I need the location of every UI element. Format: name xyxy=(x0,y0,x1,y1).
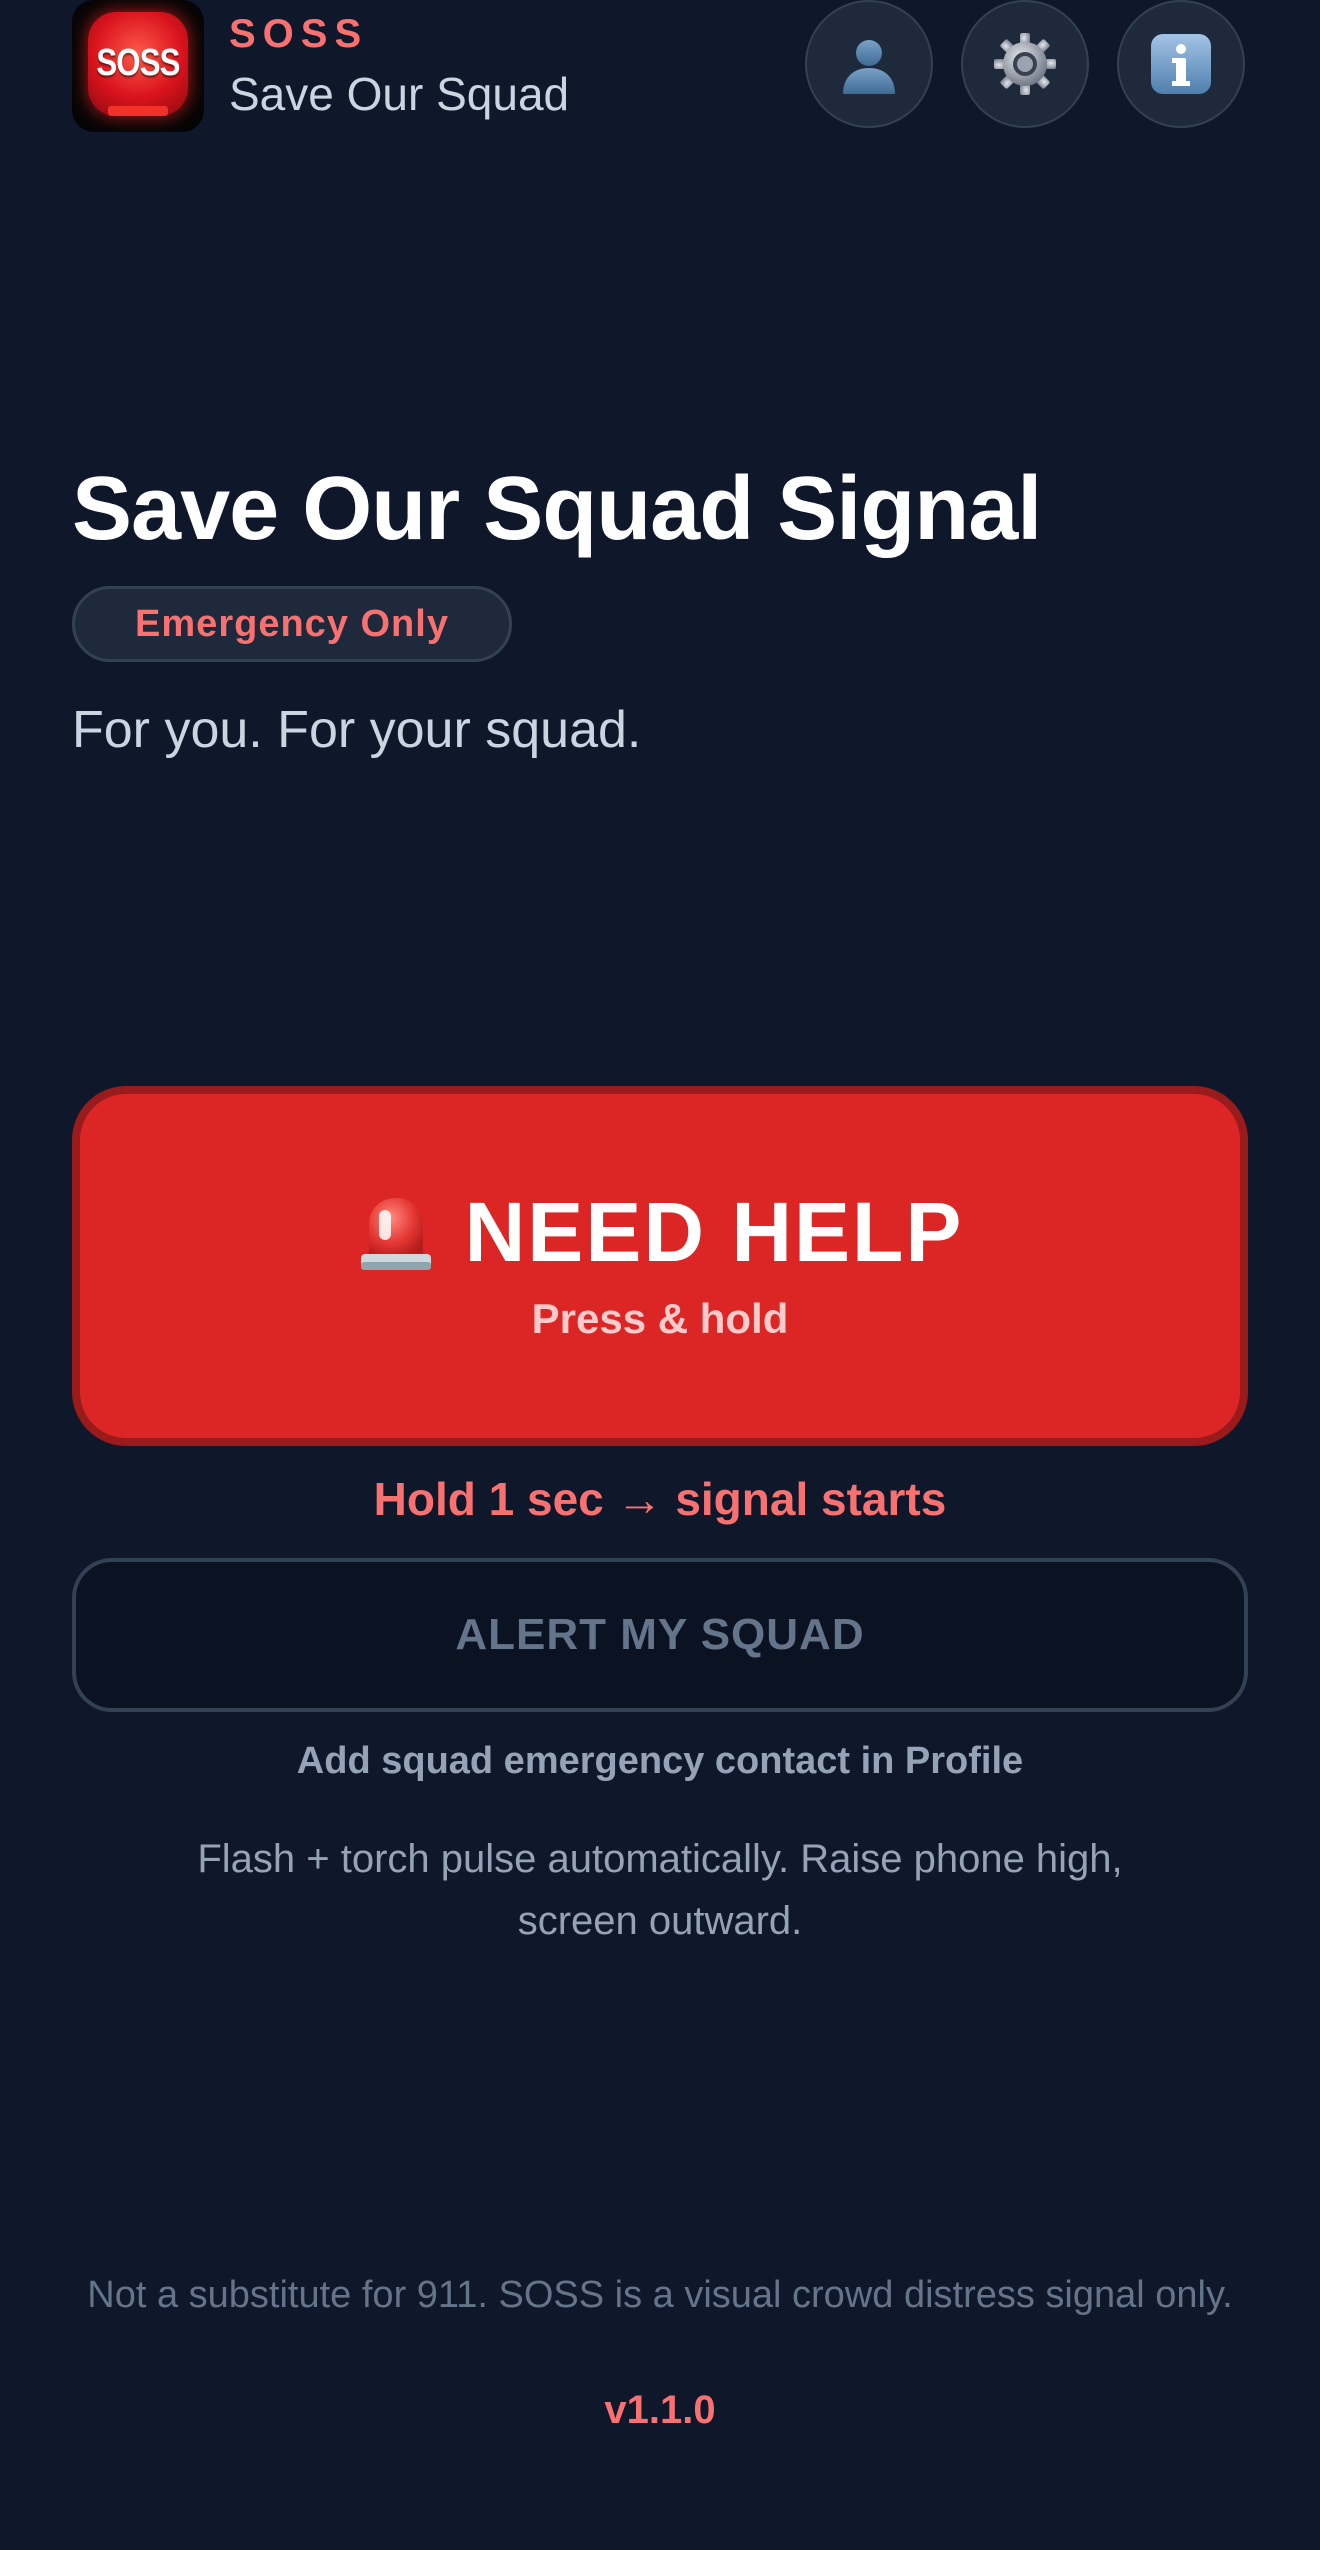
siren-icon xyxy=(360,1198,431,1270)
person-icon xyxy=(843,40,895,94)
alert-my-squad-button[interactable]: ALERT MY SQUAD xyxy=(72,1558,1248,1712)
info-button[interactable] xyxy=(1117,0,1245,128)
need-help-sublabel: Press & hold xyxy=(531,1294,789,1342)
hero-subtitle: For you. For your squad. xyxy=(72,701,642,759)
brand-tagline: Save Our Squad xyxy=(229,68,570,120)
settings-button[interactable] xyxy=(961,0,1089,128)
home-screen: SOSS SOSS Save Our Squad Save Our Squad … xyxy=(0,0,1320,2550)
logo-text: SOSS xyxy=(96,42,180,84)
flash-torch-hint: Flash + torch pulse automatically. Raise… xyxy=(197,1837,1123,1943)
need-help-button[interactable]: NEED HELP Press & hold xyxy=(72,1086,1248,1446)
hold-hint: Hold 1 sec → signal starts xyxy=(373,1473,947,1525)
gear-icon xyxy=(994,33,1056,95)
squad-contact-hint: Add squad emergency contact in Profile xyxy=(296,1740,1024,1782)
app-logo: SOSS xyxy=(72,0,204,132)
version-label: v1.1.0 xyxy=(604,2388,716,2432)
disclaimer: Not a substitute for 911. SOSS is a visu… xyxy=(87,2274,1233,2316)
need-help-label: NEED HELP xyxy=(464,1184,964,1279)
profile-button[interactable] xyxy=(805,0,933,128)
brand-name: SOSS xyxy=(229,12,369,56)
page-title: Save Our Squad Signal xyxy=(72,459,1042,559)
emergency-only-badge: Emergency Only xyxy=(72,586,512,662)
info-icon xyxy=(1151,34,1211,94)
app-header: SOSS SOSS Save Our Squad xyxy=(72,0,1248,132)
logo-siren-base xyxy=(108,106,168,116)
need-help-main: NEED HELP xyxy=(357,1184,964,1281)
